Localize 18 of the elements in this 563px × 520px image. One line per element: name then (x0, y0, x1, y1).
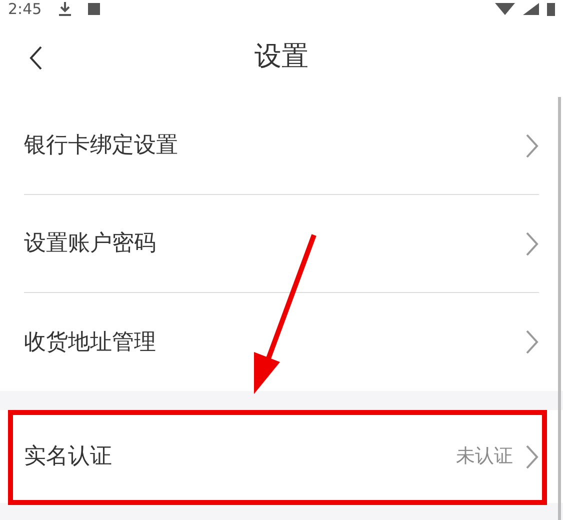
page-title: 设置 (254, 40, 308, 74)
chevron-right-icon (525, 329, 539, 355)
row-label: 实名认证 (24, 443, 112, 471)
signal-icon (523, 3, 539, 15)
settings-row[interactable]: 收货地址管理 (24, 293, 539, 391)
row-label: 收货地址管理 (24, 328, 156, 356)
wifi-icon (495, 3, 515, 15)
notification-icon (88, 3, 100, 15)
chevron-right-icon (525, 230, 539, 256)
row-label: 设置账户密码 (24, 230, 156, 258)
download-icon (58, 2, 72, 16)
status-time: 2:45 (8, 1, 42, 17)
row-value: 未认证 (456, 444, 513, 470)
row-label: 银行卡绑定设置 (24, 132, 178, 160)
chevron-right-icon (525, 132, 539, 158)
chevron-right-icon (525, 444, 539, 470)
back-icon (29, 45, 43, 71)
battery-icon (547, 2, 555, 16)
